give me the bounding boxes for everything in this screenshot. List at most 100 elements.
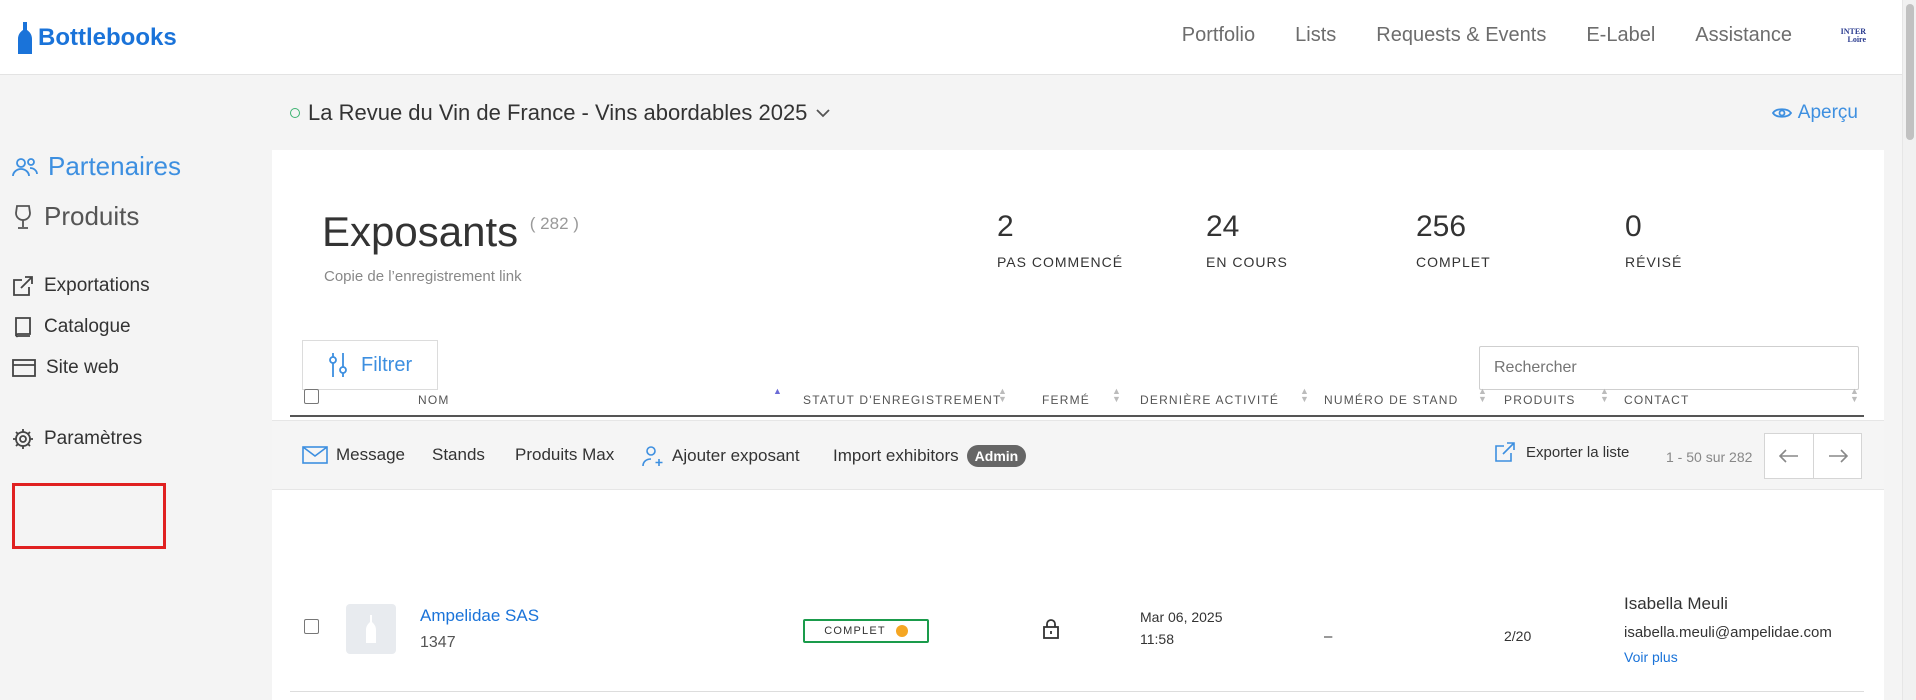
nav-portfolio[interactable]: Portfolio — [1182, 24, 1255, 47]
sort-icon[interactable]: ▲ ▼ — [1112, 387, 1122, 404]
last-activity-date: Mar 06, 2025 — [1140, 609, 1223, 625]
arrow-left-icon — [1779, 449, 1798, 463]
previous-page-button[interactable] — [1765, 434, 1813, 478]
last-activity-time: 11:58 — [1140, 631, 1174, 647]
stat-complet[interactable]: 256 COMPLET — [1416, 210, 1491, 270]
eye-icon — [1771, 108, 1792, 118]
stat-pas-commence[interactable]: 2 PAS COMMENCÉ — [997, 210, 1123, 270]
products-count: 2/20 — [1504, 628, 1532, 644]
stat-revise[interactable]: 0 RÉVISÉ — [1625, 210, 1682, 270]
produits-max-label: Produits Max — [515, 445, 615, 464]
produits-max-button[interactable]: Produits Max — [515, 445, 614, 465]
sort-icon[interactable]: ▲ ▼ — [998, 387, 1008, 404]
sidebar-item-site-web[interactable]: Site web — [12, 357, 119, 379]
add-exhibitor-button[interactable]: Ajouter exposant — [642, 445, 800, 467]
registration-link-copy[interactable]: Copie de l’enregistrement link — [324, 268, 522, 285]
select-all-checkbox[interactable] — [304, 389, 319, 404]
sidebar: Partenaires Produits Exportations Catalo… — [0, 75, 272, 700]
column-header-ferme[interactable]: Fermé — [1042, 393, 1090, 407]
sort-ascending-icon[interactable]: ▲ — [773, 387, 783, 396]
stat-label: RÉVISÉ — [1625, 254, 1683, 270]
admin-badge: Admin — [966, 445, 1027, 467]
stands-label: Stands — [432, 445, 485, 464]
export-list-label: Exporter la liste — [1526, 443, 1630, 461]
column-header-numero-stand[interactable]: Numéro de stand — [1324, 393, 1458, 407]
stat-value: 24 — [1206, 210, 1240, 243]
exhibitor-name-link[interactable]: Ampelidae SAS — [420, 606, 539, 626]
organization-logo[interactable]: INTER Loire — [1822, 28, 1866, 48]
envelope-icon — [302, 446, 328, 464]
column-header-derniere-activite[interactable]: Dernière activité — [1140, 393, 1279, 407]
sidebar-item-exportations[interactable]: Exportations — [12, 275, 150, 297]
nav-assistance[interactable]: Assistance — [1695, 24, 1792, 47]
table-row[interactable]: Ampelidae SAS 1347 COMPLET Mar 06, 2025 … — [290, 568, 1864, 692]
page-title: Exposants ( 282 ) — [322, 208, 579, 256]
export-list-button[interactable]: Exporter la liste — [1494, 441, 1629, 463]
bottle-placeholder-icon — [366, 615, 376, 643]
column-header-nom[interactable]: Nom — [418, 393, 450, 407]
event-selector[interactable]: La Revue du Vin de France - Vins abordab… — [290, 100, 831, 126]
contact-email: isabella.meuli@ampelidae.com — [1624, 624, 1832, 641]
stands-button[interactable]: Stands — [432, 445, 485, 465]
gear-icon — [13, 429, 33, 449]
preview-label: Aperçu — [1797, 102, 1858, 123]
stat-label: PAS COMMENCÉ — [997, 254, 1124, 270]
app-logo[interactable]: Bottlebooks — [18, 22, 177, 54]
sidebar-label: Partenaires — [48, 151, 181, 181]
event-status-dot — [290, 108, 300, 118]
top-navigation: Portfolio Lists Requests & Events E-Labe… — [1182, 24, 1792, 47]
status-dot — [895, 625, 908, 637]
sidebar-item-produits[interactable]: Produits — [12, 201, 139, 232]
event-title: La Revue du Vin de France - Vins abordab… — [308, 100, 808, 125]
import-exhibitors-label: Import exhibitors — [833, 446, 959, 465]
sort-icon[interactable]: ▲ ▼ — [1300, 387, 1310, 404]
preview-link[interactable]: Aperçu — [1771, 102, 1858, 124]
nav-requests-events[interactable]: Requests & Events — [1376, 24, 1546, 47]
stat-en-cours[interactable]: 24 EN COURS — [1206, 210, 1288, 270]
status-label: COMPLET — [824, 625, 886, 637]
stat-value: 0 — [1625, 210, 1642, 243]
last-activity: Mar 06, 2025 11:58 — [1140, 606, 1223, 650]
sort-icon[interactable]: ▲ ▼ — [1478, 387, 1488, 404]
page-scrollbar[interactable] — [1902, 0, 1916, 700]
next-page-button[interactable] — [1813, 434, 1861, 478]
column-header-contact[interactable]: Contact — [1624, 393, 1690, 407]
sidebar-label: Exportations — [44, 275, 150, 296]
contact-name: Isabella Meuli — [1624, 594, 1728, 613]
org-logo-line2: Loire — [1847, 35, 1866, 44]
lock-icon[interactable] — [1042, 618, 1060, 644]
import-exhibitors-button[interactable]: Import exhibitors Admin — [833, 445, 1027, 467]
column-header-statut[interactable]: Statut d'enregistrement — [803, 393, 1002, 407]
stand-number: – — [1324, 628, 1333, 645]
sort-icon[interactable]: ▲ ▼ — [1600, 387, 1610, 404]
sidebar-item-parametres[interactable]: Paramètres — [12, 428, 142, 450]
sidebar-label: Catalogue — [44, 316, 131, 337]
arrow-right-icon — [1828, 449, 1848, 463]
partners-icon — [12, 157, 38, 176]
voir-plus-link[interactable]: Voir plus — [1624, 649, 1832, 665]
stat-label: COMPLET — [1416, 254, 1491, 270]
sidebar-item-catalogue[interactable]: Catalogue — [12, 316, 131, 338]
book-icon — [15, 317, 31, 338]
sidebar-label: Site web — [46, 357, 119, 378]
add-user-icon — [642, 446, 663, 467]
stat-label: EN COURS — [1206, 254, 1288, 270]
stat-value: 2 — [997, 210, 1014, 243]
top-bar: Bottlebooks Portfolio Lists Requests & E… — [0, 0, 1902, 75]
contact-cell: Isabella Meuli isabella.meuli@ampelidae.… — [1624, 594, 1832, 665]
row-checkbox[interactable] — [304, 619, 319, 634]
sort-icon[interactable]: ▲ ▼ — [1850, 387, 1860, 404]
nav-lists[interactable]: Lists — [1295, 24, 1336, 47]
column-header-produits[interactable]: Produits — [1504, 393, 1576, 407]
bottle-logo-icon — [18, 22, 32, 54]
highlight-box — [12, 483, 166, 549]
message-button[interactable]: Message — [302, 445, 405, 465]
scrollbar-thumb[interactable] — [1906, 4, 1914, 140]
sidebar-label: Paramètres — [44, 428, 143, 449]
pagination-controls — [1764, 433, 1862, 479]
actions-toolbar: Message Stands Produits Max Ajouter expo… — [272, 420, 1884, 490]
exhibitor-id: 1347 — [420, 634, 456, 651]
sidebar-item-partenaires[interactable]: Partenaires — [12, 151, 181, 182]
chevron-down-icon — [816, 109, 831, 118]
nav-e-label[interactable]: E-Label — [1586, 24, 1655, 47]
